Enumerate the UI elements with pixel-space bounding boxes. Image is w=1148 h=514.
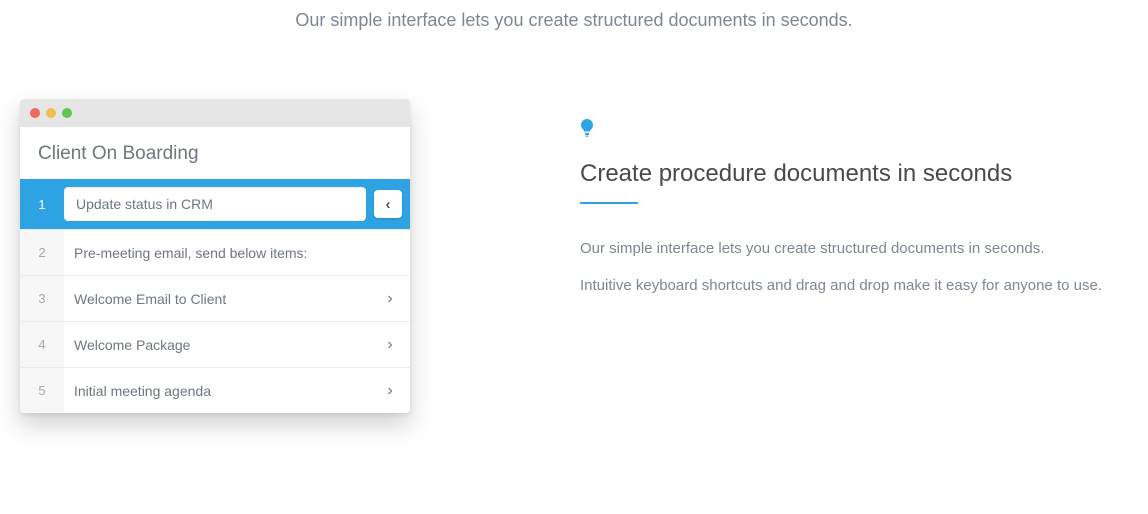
chevron-right-icon[interactable]: ›	[370, 382, 410, 400]
step-label: Welcome Email to Client	[64, 291, 370, 307]
document-title: Client On Boarding	[20, 127, 410, 179]
top-tagline: Our simple interface lets you create str…	[20, 10, 1128, 31]
chevron-left-icon: ‹	[386, 196, 391, 213]
step-number: 1	[20, 185, 64, 223]
feature-headline: Create procedure documents in seconds	[580, 160, 1128, 188]
step-row[interactable]: 2 Pre-meeting email, send below items: ›	[20, 229, 410, 275]
app-window: Client On Boarding 1 Update status in CR…	[20, 99, 410, 413]
feature-paragraph-2: Intuitive keyboard shortcuts and drag an…	[580, 275, 1128, 296]
chevron-right-icon[interactable]: ›	[370, 336, 410, 354]
chevron-right-icon[interactable]: ›	[370, 290, 410, 308]
window-titlebar	[20, 99, 410, 127]
window-close-dot[interactable]	[30, 108, 40, 118]
headline-underline	[580, 202, 638, 204]
step-row[interactable]: 4 Welcome Package ›	[20, 321, 410, 367]
window-minimize-dot[interactable]	[46, 108, 56, 118]
step-number: 3	[20, 276, 64, 321]
step-row-selected[interactable]: 1 Update status in CRM ‹	[20, 179, 410, 229]
page: Our simple interface lets you create str…	[0, 0, 1148, 514]
step-number: 2	[20, 230, 64, 275]
step-title-input[interactable]: Update status in CRM	[64, 187, 366, 221]
step-row[interactable]: 3 Welcome Email to Client ›	[20, 275, 410, 321]
feature-copy: Create procedure documents in seconds Ou…	[580, 99, 1128, 312]
collapse-button[interactable]: ‹	[374, 190, 402, 218]
step-label: Welcome Package	[64, 337, 370, 353]
step-number: 5	[20, 368, 64, 413]
lightbulb-icon	[580, 119, 1128, 142]
step-number: 4	[20, 322, 64, 367]
feature-paragraph-1: Our simple interface lets you create str…	[580, 238, 1128, 259]
step-label: Initial meeting agenda	[64, 383, 370, 399]
step-label: Pre-meeting email, send below items:	[64, 245, 370, 261]
window-zoom-dot[interactable]	[62, 108, 72, 118]
step-row[interactable]: 5 Initial meeting agenda ›	[20, 367, 410, 413]
columns: Client On Boarding 1 Update status in CR…	[20, 99, 1128, 413]
